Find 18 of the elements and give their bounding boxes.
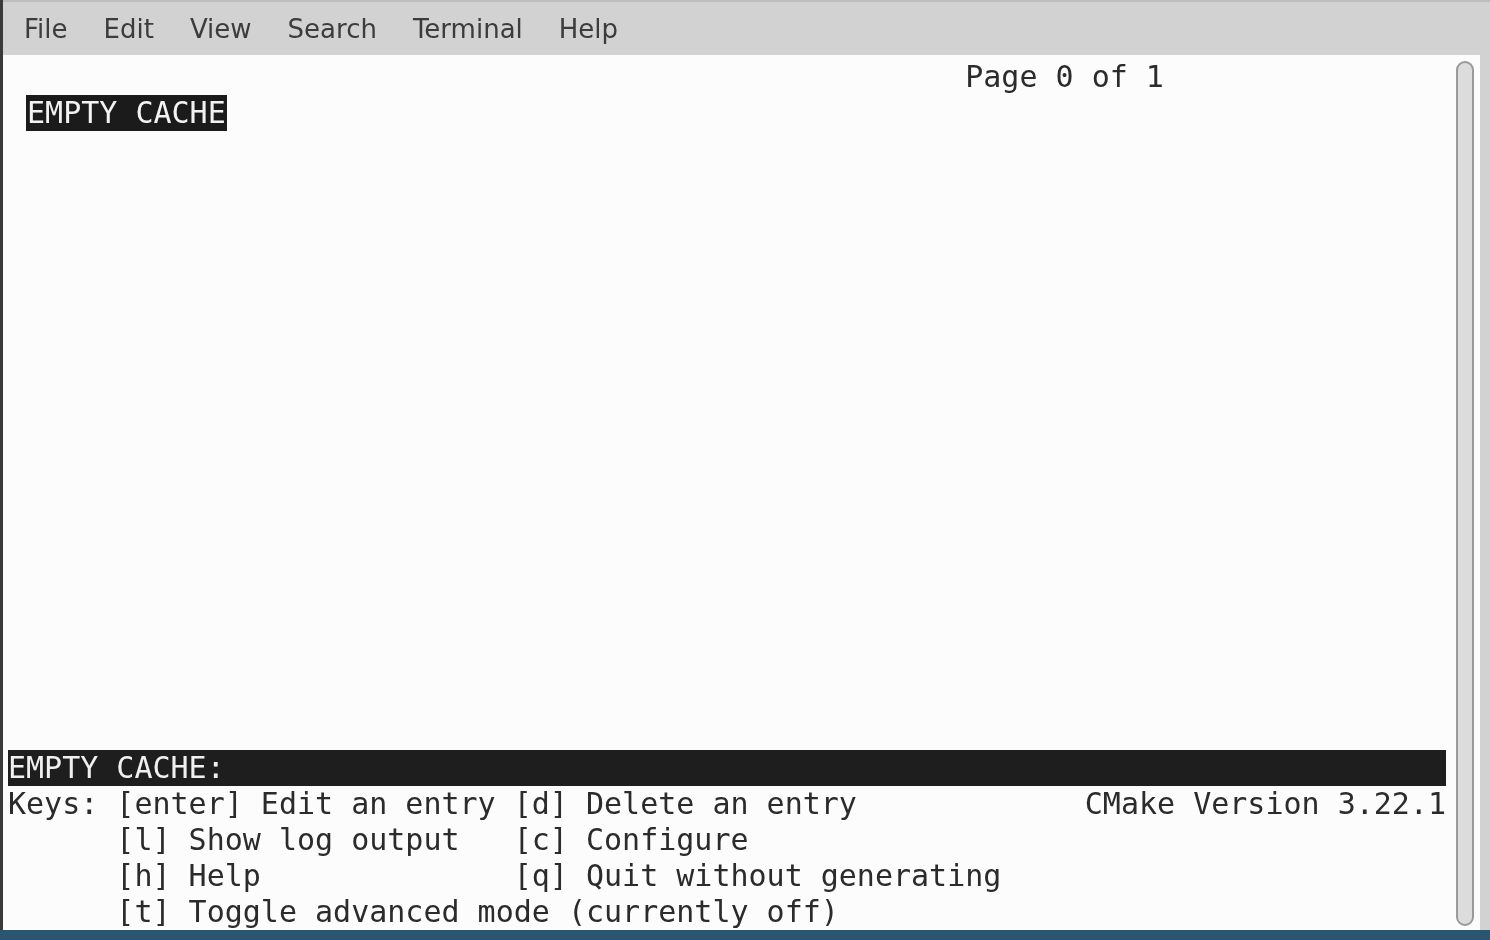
key-hint: [l] Show log output — [116, 822, 461, 858]
version-text: CMake Version 3.22.1 — [1084, 786, 1446, 822]
key-hint: [c] Configure — [513, 822, 749, 858]
menu-item[interactable]: File — [24, 13, 68, 44]
keys-label: Keys: — [8, 786, 99, 821]
key-hint: [h] Help — [116, 858, 262, 894]
menu-item[interactable]: View — [189, 13, 252, 44]
scrollbar-thumb[interactable] — [1456, 61, 1474, 926]
cache-entry[interactable]: EMPTY CACHE — [26, 95, 227, 131]
key-hint: [d] Delete an entry — [513, 786, 857, 822]
key-hint: [t] Toggle advanced mode (currently off) — [116, 894, 839, 930]
menu-item[interactable]: Search — [287, 13, 377, 44]
menu-item[interactable]: Terminal — [412, 13, 523, 44]
key-hint: [enter] Edit an entry — [116, 786, 497, 822]
key-hint: [q] Quit without generating — [513, 858, 1002, 894]
menu-item[interactable]: Help — [558, 13, 619, 44]
page-indicator: Page 0 of 1 — [965, 59, 1164, 95]
menu-item[interactable]: Edit — [103, 13, 154, 44]
